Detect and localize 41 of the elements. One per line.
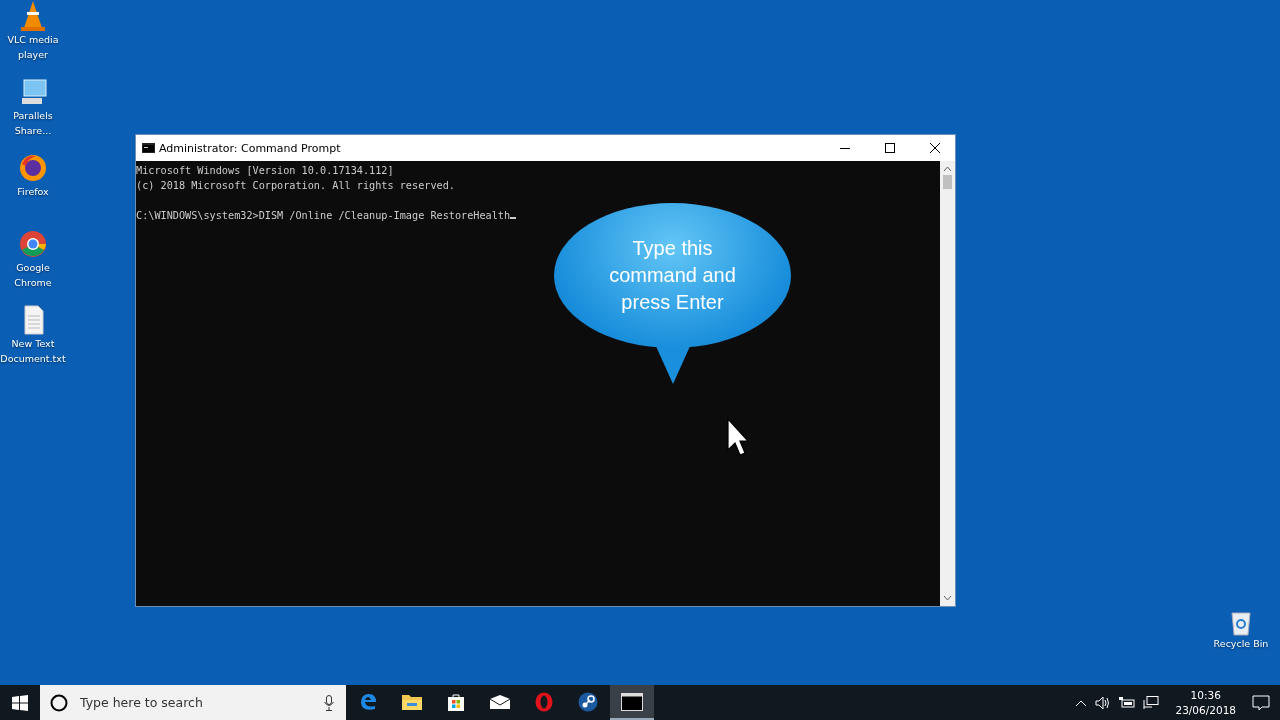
speaker-icon[interactable] bbox=[1095, 695, 1112, 710]
icon-label[interactable]: Google Chrome bbox=[0, 260, 66, 290]
console-icon bbox=[621, 692, 643, 711]
window-title: Administrator: Command Prompt bbox=[159, 141, 342, 155]
opera-icon bbox=[534, 691, 554, 712]
firefox-icon bbox=[18, 152, 48, 184]
trash-bin-icon bbox=[1229, 610, 1253, 636]
icon-label[interactable]: New Text Document.txt bbox=[0, 336, 66, 366]
scrollbar-thumb[interactable] bbox=[943, 175, 952, 189]
command-line: C:\WINDOWS\system32>DISM /Online /Cleanup-Image RestoreHealth bbox=[136, 210, 511, 221]
icon-label[interactable]: VLC media player bbox=[0, 32, 66, 62]
edge-icon bbox=[358, 691, 378, 712]
network-icon[interactable] bbox=[1143, 695, 1160, 710]
clock[interactable]: 10:36 23/06/2018 bbox=[1167, 687, 1244, 718]
folder-icon bbox=[401, 692, 423, 711]
close-icon bbox=[929, 143, 940, 153]
shopping-bag-icon bbox=[446, 691, 466, 712]
chrome-icon bbox=[18, 228, 48, 260]
console-text: (c) 2018 Microsoft Corporation. All rights reserved. bbox=[136, 180, 455, 191]
text-cursor bbox=[510, 217, 517, 219]
traffic-cone-icon bbox=[18, 0, 48, 32]
scrollbar[interactable] bbox=[940, 161, 955, 606]
windows-logo-icon bbox=[12, 694, 28, 711]
maximize-icon bbox=[884, 143, 895, 153]
icon-label[interactable]: Recycle Bin bbox=[1208, 636, 1274, 651]
taskbar-app-button[interactable] bbox=[610, 685, 654, 720]
icon-label[interactable]: Firefox bbox=[0, 184, 66, 199]
microphone-icon bbox=[324, 694, 334, 711]
mouse-pointer-icon bbox=[727, 418, 749, 456]
search-bar[interactable]: Type here to search bbox=[40, 685, 346, 720]
steam-icon bbox=[578, 691, 598, 712]
cortana-circle-icon bbox=[50, 693, 68, 712]
callout-text: Type this command and press Enter bbox=[608, 236, 737, 315]
console-text: Microsoft Windows [Version 10.0.17134.112] bbox=[136, 165, 394, 176]
chevron-up-icon[interactable] bbox=[1075, 698, 1088, 707]
console-icon bbox=[142, 143, 155, 153]
icon-label[interactable]: Parallels Share... bbox=[0, 108, 66, 138]
notification-icon[interactable] bbox=[1252, 694, 1270, 711]
envelope-icon bbox=[489, 693, 511, 710]
battery-icon[interactable] bbox=[1119, 696, 1136, 709]
search-field[interactable]: Type here to search bbox=[78, 694, 314, 711]
